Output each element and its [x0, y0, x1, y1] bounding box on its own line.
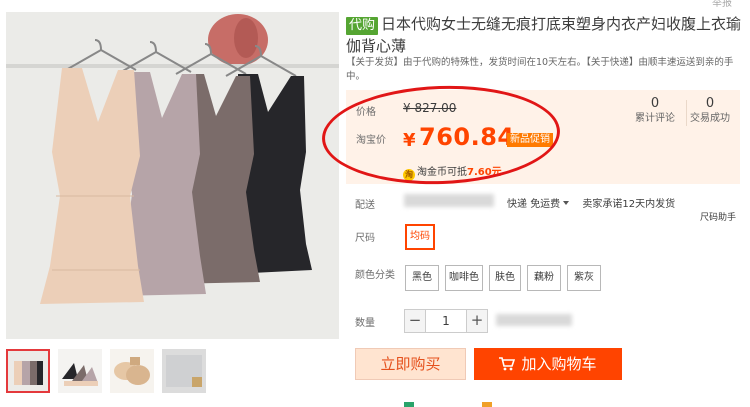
- color-option-coffee[interactable]: 咖啡色: [445, 265, 483, 291]
- reviews-stat[interactable]: 0 累计评论: [625, 96, 685, 126]
- color-option-skin[interactable]: 肤色: [489, 265, 521, 291]
- add-to-cart-button[interactable]: 加入购物车: [474, 348, 622, 380]
- thumbnail-4[interactable]: [162, 349, 206, 393]
- thumbnail-1[interactable]: [6, 349, 50, 393]
- color-option-black[interactable]: 黑色: [405, 265, 439, 291]
- size-helper-link[interactable]: 尺码助手: [700, 210, 736, 223]
- shipping-label: 配送: [355, 200, 375, 211]
- size-option-onesize[interactable]: 均码: [405, 224, 435, 250]
- coin-icon: 淘: [403, 169, 415, 181]
- product-title: 日本代购女士无缝无痕打底束塑身内衣产妇收腹上衣瑜伽背心薄: [346, 15, 742, 55]
- price-label: 价格: [356, 107, 376, 118]
- shipping-origin-blurred: [404, 194, 494, 207]
- add-to-cart-label: 加入购物车: [521, 355, 597, 373]
- thumbnail-2[interactable]: [58, 349, 102, 393]
- delivery-promise: 卖家承诺12天内发货: [582, 199, 676, 210]
- coin-amount: 7.60元: [467, 167, 502, 178]
- buy-now-button[interactable]: 立即购买: [355, 348, 466, 380]
- price-currency: ¥: [403, 130, 416, 151]
- size-label: 尺码: [355, 233, 375, 244]
- quantity-input[interactable]: 1: [426, 309, 466, 333]
- thumbnail-3[interactable]: [110, 349, 154, 393]
- taobao-price-label: 淘宝价: [356, 135, 386, 146]
- report-link[interactable]: 举报: [712, 0, 732, 9]
- sales-label: 交易成功: [690, 113, 730, 124]
- thumbnail-2-image: [58, 349, 102, 393]
- quantity-decrease-button[interactable]: −: [404, 309, 426, 333]
- quantity-increase-button[interactable]: +: [466, 309, 488, 333]
- cart-icon: [499, 357, 516, 371]
- color-option-purple-gray[interactable]: 紫灰: [567, 265, 601, 291]
- promo-badge: 新品促销: [507, 133, 553, 147]
- thumbnail-1-image: [8, 351, 48, 391]
- price-panel: 价格 ¥ 827.00 淘宝价 ¥ 760.84 新品促销 淘淘金币可抵7.60…: [346, 90, 740, 184]
- product-title-row: 代购 日本代购女士无缝无痕打底束塑身内衣产妇收腹上衣瑜伽背心薄: [346, 13, 746, 57]
- caret-down-icon: [563, 201, 570, 205]
- sales-count: 0: [705, 96, 715, 111]
- color-label: 颜色分类: [355, 270, 395, 281]
- service-icon-2: [482, 402, 492, 407]
- taobao-coin-row: 淘淘金币可抵7.60元: [403, 163, 502, 181]
- shipping-notice: 【关于发货】由于代购的特殊性，发货时间在10天左右。【关于快递】由顺丰速运送到亲…: [346, 57, 734, 82]
- reviews-count: 0: [650, 96, 660, 111]
- color-option-lotus-pink[interactable]: 藕粉: [527, 265, 561, 291]
- main-product-image[interactable]: [6, 12, 339, 339]
- shipping-fee: 免运费: [530, 199, 561, 210]
- product-photo-illustration: [6, 12, 339, 339]
- thumbnail-4-image: [162, 349, 206, 393]
- thumbnail-strip: [6, 349, 339, 399]
- service-icon-1: [404, 402, 414, 407]
- coin-text: 淘金币可抵: [417, 167, 467, 178]
- stock-info-blurred: [496, 314, 572, 326]
- quantity-label: 数量: [355, 318, 375, 329]
- shipping-row[interactable]: 快递 免运费 卖家承诺12天内发货: [507, 195, 750, 210]
- current-price: 760.84: [419, 123, 515, 151]
- daigou-tag: 代购: [346, 17, 379, 35]
- courier-text: 快递: [507, 199, 527, 210]
- original-price: ¥ 827.00: [403, 101, 457, 115]
- reviews-label: 累计评论: [635, 113, 675, 124]
- thumbnail-3-image: [110, 349, 154, 393]
- sales-stat[interactable]: 0 交易成功: [680, 96, 740, 126]
